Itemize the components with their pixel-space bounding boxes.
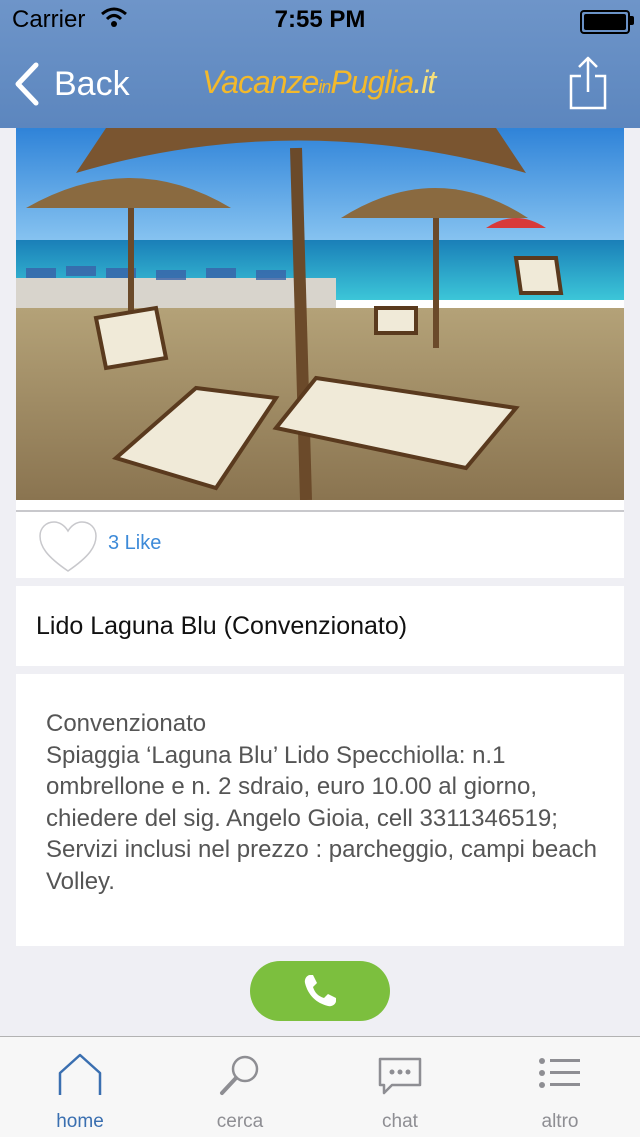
status-time: 7:55 PM [274, 6, 366, 33]
chat-icon [378, 1057, 422, 1095]
tab-label: chat [382, 1111, 418, 1132]
call-section [0, 946, 640, 1036]
back-label: Back [54, 64, 130, 103]
tab-home[interactable]: home [0, 1037, 160, 1137]
listing-title: Lido Laguna Blu (Convenzionato) [36, 612, 408, 640]
search-icon [220, 1055, 259, 1095]
tab-label: cerca [216, 1111, 264, 1132]
beach-photo [16, 128, 624, 500]
tab-bar: home cerca chat altro [0, 1036, 640, 1137]
tab-label: home [56, 1111, 104, 1132]
battery-tip [630, 16, 634, 25]
tab-chat[interactable]: chat [320, 1037, 480, 1137]
tab-altro[interactable]: altro [480, 1037, 640, 1137]
tab-cerca[interactable]: cerca [160, 1037, 320, 1137]
listing-description: Convenzionato Spiaggia ‘Laguna Blu’ Lido… [46, 710, 597, 895]
phone-icon [304, 975, 336, 1007]
heart-icon[interactable] [38, 520, 98, 574]
like-count[interactable]: 3 Like [108, 532, 161, 555]
divider [16, 666, 624, 674]
tab-label: altro [541, 1111, 579, 1132]
back-button[interactable]: Back [14, 58, 130, 110]
battery-icon [580, 10, 630, 34]
home-icon [58, 1053, 102, 1095]
status-bar: Carrier 7:55 PM [0, 0, 640, 40]
listing-card: 3 Like Lido Laguna Blu (Convenzionato) C… [16, 128, 624, 946]
list-icon [539, 1058, 580, 1088]
chevron-left-icon [15, 62, 39, 106]
navigation-header: Carrier 7:55 PM Back VacanzeinPuglia.it [0, 0, 640, 128]
divider [16, 578, 624, 586]
app-logo: VacanzeinPuglia.it [202, 64, 436, 100]
like-row: 3 Like [16, 510, 624, 580]
call-button[interactable] [250, 961, 390, 1021]
share-button[interactable] [568, 56, 608, 110]
